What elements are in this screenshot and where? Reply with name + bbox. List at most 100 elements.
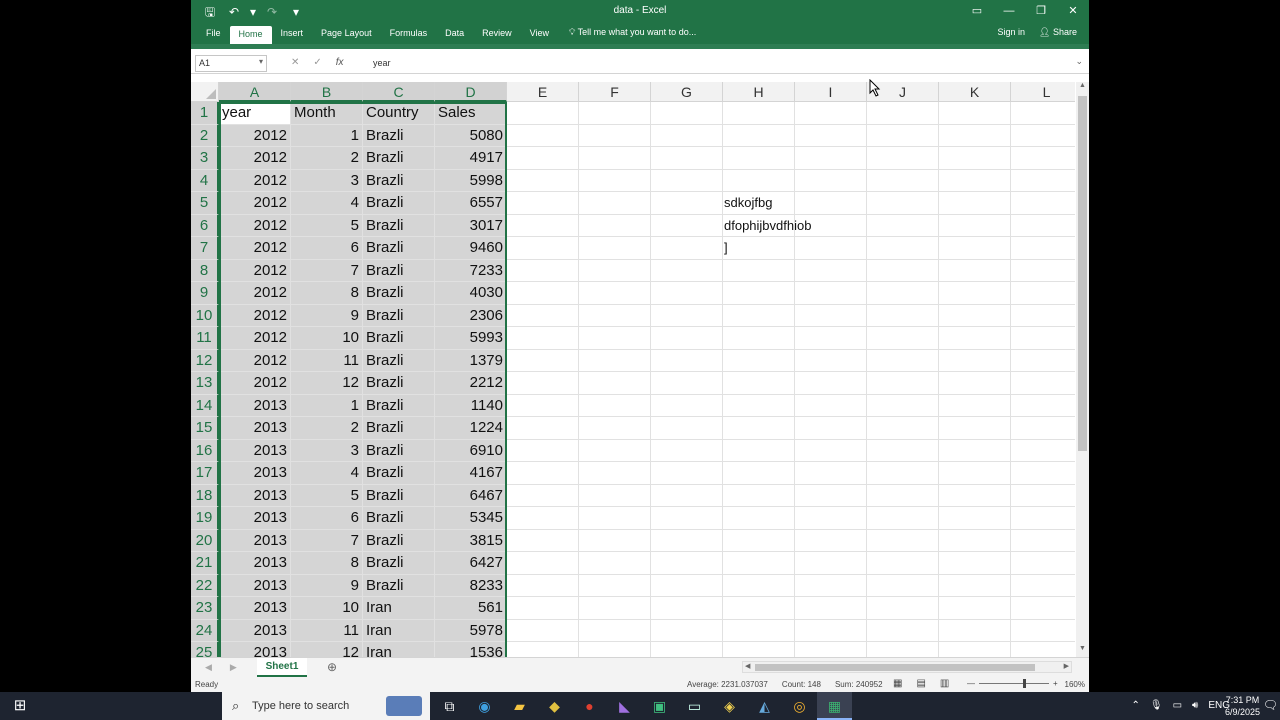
share-button[interactable]: 👤︎ Share <box>1039 27 1077 38</box>
table-cell[interactable] <box>867 237 939 260</box>
column-header-a[interactable]: A <box>219 82 291 102</box>
table-cell[interactable] <box>723 349 795 372</box>
table-cell[interactable] <box>579 439 651 462</box>
table-cell[interactable]: 5345 <box>435 507 507 530</box>
table-cell[interactable] <box>723 327 795 350</box>
table-cell[interactable]: Iran <box>363 619 435 642</box>
table-cell[interactable] <box>939 484 1011 507</box>
table-cell[interactable]: 2013 <box>219 552 291 575</box>
row-header[interactable]: 5 <box>191 192 219 215</box>
tell-me-search[interactable]: 💡︎ Tell me what you want to do... <box>569 27 696 38</box>
row-header[interactable]: 23 <box>191 597 219 620</box>
table-cell[interactable]: 6427 <box>435 552 507 575</box>
table-cell[interactable]: 3017 <box>435 214 507 237</box>
table-cell[interactable] <box>939 304 1011 327</box>
table-cell[interactable] <box>651 417 723 440</box>
table-cell[interactable]: 2012 <box>219 327 291 350</box>
table-cell[interactable] <box>651 349 723 372</box>
network-icon[interactable]: ▭ <box>1173 692 1182 720</box>
column-header-b[interactable]: B <box>291 82 363 102</box>
table-cell[interactable] <box>723 102 795 125</box>
table-cell[interactable]: Brazli <box>363 574 435 597</box>
table-cell[interactable] <box>1011 350 1075 372</box>
table-cell[interactable]: Brazli <box>363 484 435 507</box>
column-header-h[interactable]: H <box>723 82 795 102</box>
table-cell[interactable] <box>867 439 939 462</box>
vertical-scrollbar[interactable]: ▲ ▼ <box>1076 82 1089 657</box>
table-cell[interactable] <box>507 214 579 237</box>
row-header[interactable]: 13 <box>191 372 219 395</box>
table-cell[interactable] <box>507 529 579 552</box>
table-cell[interactable] <box>1011 372 1075 395</box>
table-cell[interactable] <box>723 462 795 485</box>
table-cell[interactable] <box>795 327 867 350</box>
table-cell[interactable] <box>579 327 651 350</box>
chevron-up-icon[interactable]: ⌃ <box>1131 692 1139 720</box>
tab-file[interactable]: File <box>197 24 230 44</box>
row-header[interactable]: 25 <box>191 642 219 657</box>
header-cell[interactable]: Sales <box>435 102 507 125</box>
table-cell[interactable] <box>939 327 1011 350</box>
table-cell[interactable] <box>867 394 939 417</box>
table-cell[interactable] <box>723 597 795 620</box>
table-cell[interactable] <box>723 394 795 417</box>
table-cell[interactable] <box>723 124 795 147</box>
column-header-f[interactable]: F <box>579 82 651 102</box>
table-cell[interactable]: 9460 <box>435 237 507 260</box>
table-cell[interactable] <box>651 507 723 530</box>
table-cell[interactable] <box>579 619 651 642</box>
table-cell[interactable] <box>507 417 579 440</box>
table-cell[interactable] <box>507 237 579 260</box>
table-cell[interactable] <box>579 372 651 395</box>
zoom-out-icon[interactable]: — <box>967 679 975 688</box>
table-cell[interactable] <box>579 394 651 417</box>
table-cell[interactable] <box>1011 507 1075 530</box>
table-cell[interactable]: 6557 <box>435 192 507 215</box>
row-header[interactable]: 21 <box>191 552 219 575</box>
table-cell[interactable]: 2012 <box>219 147 291 170</box>
table-cell[interactable] <box>1011 102 1075 125</box>
table-cell[interactable] <box>795 484 867 507</box>
table-cell[interactable] <box>1011 597 1075 620</box>
row-header[interactable]: 10 <box>191 304 219 327</box>
table-cell[interactable] <box>795 529 867 552</box>
table-cell[interactable]: 2013 <box>219 619 291 642</box>
table-cell[interactable] <box>939 214 1011 237</box>
table-cell[interactable]: 2013 <box>219 574 291 597</box>
table-cell[interactable] <box>867 102 939 125</box>
table-cell[interactable]: 6 <box>291 237 363 260</box>
row-header[interactable]: 24 <box>191 619 219 642</box>
column-header-g[interactable]: G <box>651 82 723 102</box>
normal-view-icon[interactable]: ▦ <box>893 678 902 689</box>
table-cell[interactable] <box>723 574 795 597</box>
table-cell[interactable]: 7 <box>291 259 363 282</box>
table-cell[interactable] <box>723 529 795 552</box>
enter-icon[interactable]: ✓ <box>313 57 321 68</box>
table-cell[interactable] <box>507 282 579 305</box>
table-cell[interactable] <box>651 237 723 260</box>
table-cell[interactable] <box>723 259 795 282</box>
table-cell[interactable]: 2013 <box>219 642 291 657</box>
table-cell[interactable] <box>651 597 723 620</box>
table-cell[interactable]: Brazli <box>363 529 435 552</box>
table-cell[interactable]: Brazli <box>363 372 435 395</box>
table-cell[interactable] <box>579 349 651 372</box>
table-cell[interactable] <box>579 507 651 530</box>
table-cell[interactable] <box>579 124 651 147</box>
column-header-d[interactable]: D <box>435 82 507 102</box>
table-cell[interactable]: 2306 <box>435 304 507 327</box>
table-cell[interactable]: 561 <box>435 597 507 620</box>
table-cell[interactable]: Brazli <box>363 552 435 575</box>
table-cell[interactable] <box>651 282 723 305</box>
table-cell[interactable] <box>651 484 723 507</box>
table-cell[interactable] <box>651 147 723 170</box>
table-cell[interactable]: 3 <box>291 439 363 462</box>
table-cell[interactable] <box>579 574 651 597</box>
scroll-left-icon[interactable]: ◀ <box>745 662 750 670</box>
table-cell[interactable] <box>867 349 939 372</box>
table-cell[interactable] <box>651 574 723 597</box>
terminal-icon[interactable]: ▣ <box>642 692 677 720</box>
table-cell[interactable]: 2012 <box>219 169 291 192</box>
table-cell[interactable]: 5998 <box>435 169 507 192</box>
table-cell[interactable] <box>651 462 723 485</box>
